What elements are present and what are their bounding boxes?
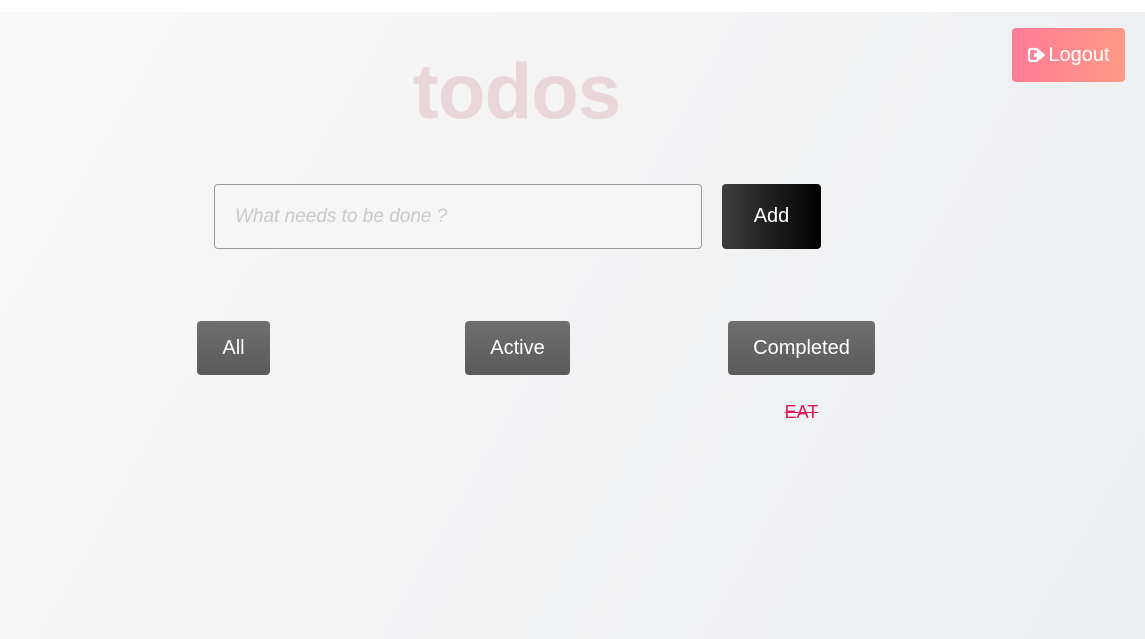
filter-all-button[interactable]: All [197,321,270,375]
page-title: todos [412,47,621,135]
filter-completed-button[interactable]: Completed [728,321,875,375]
todo-app: Logout todos Add All Active Completed EA… [0,12,1145,639]
add-button[interactable]: Add [722,184,821,249]
logout-label: Logout [1048,43,1110,66]
filter-active-button[interactable]: Active [465,321,570,375]
todo-item-completed[interactable]: EAT [728,402,875,423]
new-todo-input[interactable] [214,184,702,249]
